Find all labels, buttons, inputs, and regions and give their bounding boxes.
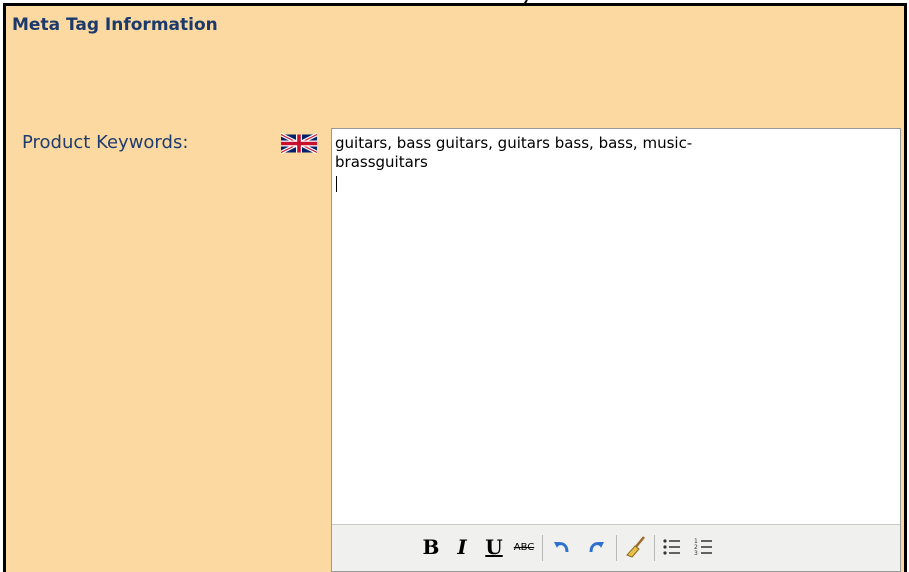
numbered-list-button[interactable]: 1 2 3 bbox=[692, 535, 716, 559]
undo-icon bbox=[554, 542, 569, 553]
toolbar-separator bbox=[654, 535, 655, 561]
undo-button[interactable] bbox=[550, 535, 574, 559]
text-caret bbox=[336, 176, 337, 192]
section-title: Meta Tag Information bbox=[12, 15, 218, 35]
redo-icon bbox=[589, 542, 604, 553]
uk-flag-icon[interactable] bbox=[281, 131, 317, 156]
meta-tag-panel: Meta Tag Information Product Keywords: g… bbox=[3, 3, 907, 572]
bullet-list-button[interactable] bbox=[660, 535, 684, 559]
italic-button[interactable]: I bbox=[450, 535, 474, 559]
numbered-list-icon: 1 2 3 bbox=[694, 538, 712, 557]
strikethrough-button[interactable]: ABC bbox=[512, 535, 536, 559]
broom-icon bbox=[626, 536, 645, 558]
redo-button[interactable] bbox=[584, 535, 608, 559]
bold-button[interactable]: B bbox=[419, 535, 443, 559]
product-keywords-label: Product Keywords: bbox=[22, 132, 189, 153]
bullet-list-icon bbox=[663, 539, 680, 555]
product-keywords-text[interactable]: guitars, bass guitars, guitars bass, bas… bbox=[335, 134, 755, 172]
product-keywords-editor[interactable]: guitars, bass guitars, guitars bass, bas… bbox=[331, 128, 901, 572]
toolbar-separator bbox=[542, 535, 543, 561]
underline-button[interactable]: U bbox=[482, 535, 506, 559]
cleanup-button[interactable] bbox=[624, 535, 648, 559]
editor-toolbar: B I U ABC 1 2 3 bbox=[332, 524, 900, 571]
toolbar-separator bbox=[616, 535, 617, 561]
svg-text:3: 3 bbox=[694, 550, 698, 557]
